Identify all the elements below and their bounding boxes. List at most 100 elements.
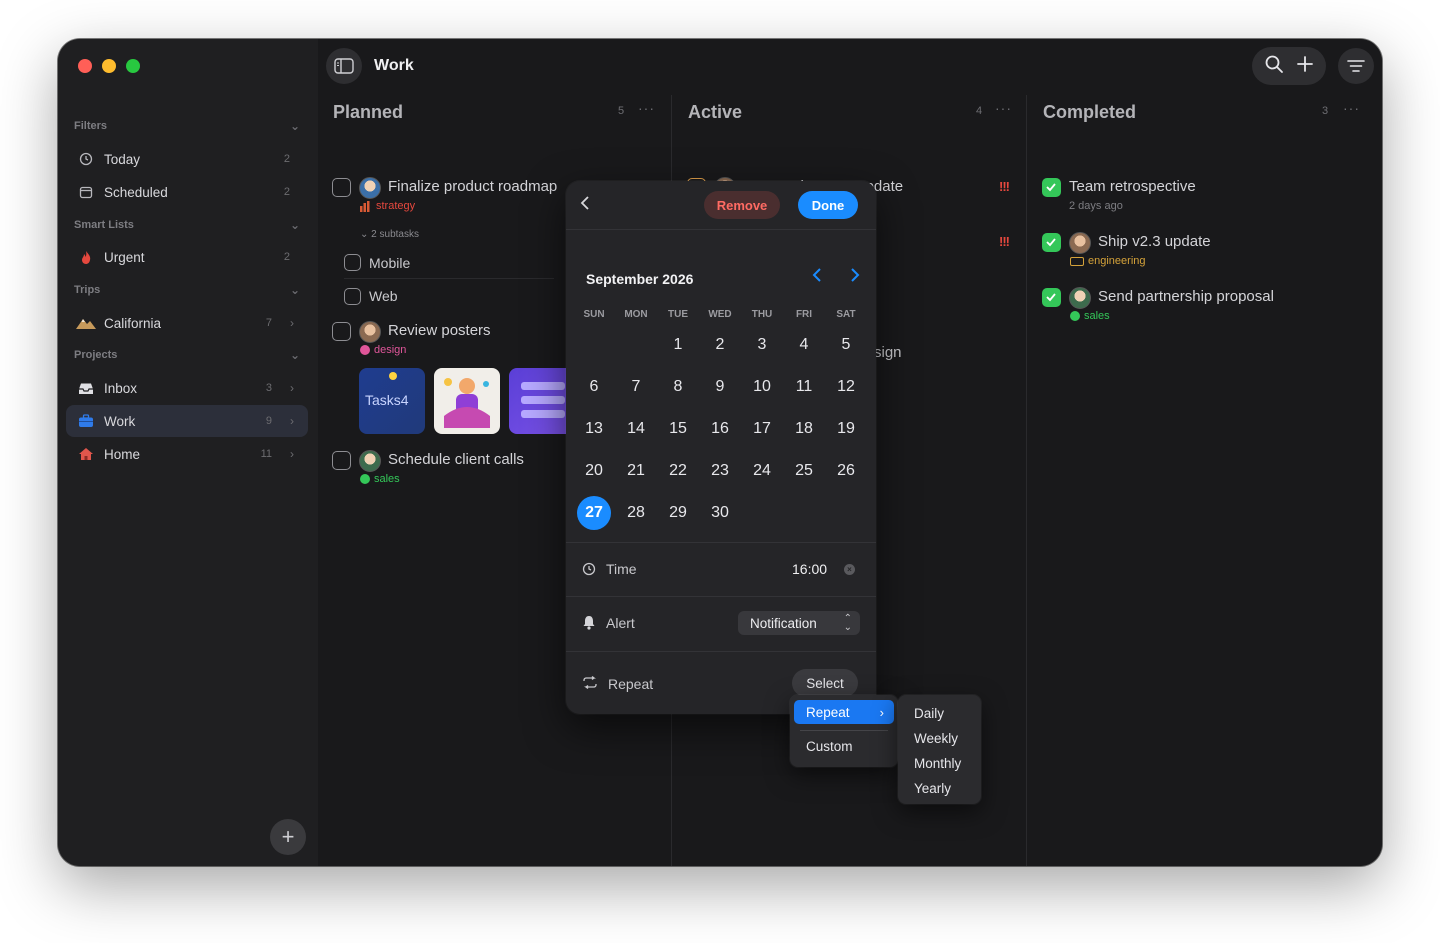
calendar-day[interactable]: 29 (661, 496, 695, 530)
calendar-day[interactable]: 19 (829, 412, 863, 446)
column-count: 4 (976, 105, 983, 117)
menu-item-daily[interactable]: Daily (914, 706, 944, 721)
date-picker-popover: Remove Done September 2026 SUN MON TUE WED T… (566, 181, 876, 714)
sidebar-item-california[interactable]: California 7 › (66, 307, 308, 339)
minimize-window-button[interactable] (102, 59, 116, 73)
calendar-day[interactable]: 8 (661, 370, 695, 404)
calendar-day[interactable]: 5 (829, 328, 863, 362)
sidebar-item-home[interactable]: Home 11 › (66, 438, 308, 470)
section-filters[interactable]: Filters ⌄ (74, 116, 300, 136)
column-count: 3 (1322, 105, 1329, 117)
inbox-icon (76, 382, 96, 395)
laptop-icon (1070, 256, 1084, 266)
task-title-partial: sign (874, 344, 902, 361)
calendar-day[interactable]: 20 (577, 454, 611, 488)
chevron-right-icon: › (290, 381, 294, 395)
calendar-day[interactable]: 30 (703, 496, 737, 530)
task-checkbox[interactable] (332, 451, 351, 470)
calendar-day[interactable]: 13 (577, 412, 611, 446)
calendar-day[interactable]: 7 (619, 370, 653, 404)
section-smart-lists[interactable]: Smart Lists ⌄ (74, 215, 300, 235)
calendar-day-selected[interactable]: 27 (577, 496, 611, 530)
calendar-day[interactable]: 18 (787, 412, 821, 446)
calendar-day[interactable]: 10 (745, 370, 779, 404)
close-window-button[interactable] (78, 59, 92, 73)
thumbnail-image[interactable] (509, 368, 567, 434)
calendar-day[interactable]: 17 (745, 412, 779, 446)
prev-month-button[interactable] (812, 267, 822, 288)
column-more-button[interactable]: ··· (995, 100, 1012, 116)
section-label: Smart Lists (74, 219, 134, 231)
sidebar-item-today[interactable]: Today 2 (66, 143, 308, 175)
alert-select[interactable]: Notification ⌃ ⌄ (738, 611, 860, 635)
menu-item-yearly[interactable]: Yearly (914, 781, 951, 796)
subtasks-toggle[interactable]: ⌄ 2 subtasks (360, 229, 419, 240)
menu-item-custom[interactable]: Custom (806, 739, 853, 754)
menu-item-monthly[interactable]: Monthly (914, 756, 961, 771)
calendar-day[interactable]: 3 (745, 328, 779, 362)
task-meta: 2 days ago (1069, 200, 1123, 212)
filter-button[interactable] (1338, 48, 1374, 84)
sidebar-item-count: 2 (283, 153, 290, 165)
search-button[interactable] (1264, 54, 1284, 79)
section-projects[interactable]: Projects ⌄ (74, 345, 300, 365)
calendar-day[interactable]: 4 (787, 328, 821, 362)
add-list-button[interactable]: + (270, 819, 306, 855)
calendar-day[interactable]: 24 (745, 454, 779, 488)
calendar-day[interactable]: 26 (829, 454, 863, 488)
calendar-day[interactable]: 15 (661, 412, 695, 446)
task-checkbox[interactable] (332, 322, 351, 341)
task-checkbox[interactable] (332, 178, 351, 197)
calendar-day[interactable]: 28 (619, 496, 653, 530)
calendar-day[interactable]: 22 (661, 454, 695, 488)
task-checkbox[interactable] (1042, 178, 1061, 197)
thumbnail-image[interactable]: Tasks4 (359, 368, 425, 434)
menu-item-repeat[interactable]: Repeat › (794, 700, 894, 724)
sidebar-item-work[interactable]: Work 9 › (66, 405, 308, 437)
sidebar-item-inbox[interactable]: Inbox 3 › (66, 372, 308, 404)
clear-time-button[interactable]: × (844, 564, 855, 575)
column-more-button[interactable]: ··· (638, 100, 655, 116)
task-tag-label: sales (1084, 310, 1110, 322)
column-more-button[interactable]: ··· (1343, 100, 1360, 116)
toolbar-actions (1252, 47, 1326, 85)
task-checkbox[interactable] (1042, 233, 1061, 252)
sidebar-item-label: Home (104, 446, 141, 462)
menu-item-weekly[interactable]: Weekly (914, 731, 958, 746)
remove-button[interactable]: Remove (704, 191, 780, 219)
calendar-day[interactable]: 2 (703, 328, 737, 362)
calendar-day[interactable]: 25 (787, 454, 821, 488)
calendar-day[interactable]: 23 (703, 454, 737, 488)
calendar-day[interactable]: 16 (703, 412, 737, 446)
subtask-checkbox[interactable] (344, 254, 361, 271)
sidebar-item-urgent[interactable]: Urgent 2 (66, 241, 308, 273)
back-button[interactable] (580, 195, 590, 216)
calendar-day[interactable]: 6 (577, 370, 611, 404)
decoration-bar (521, 396, 565, 404)
alert-select-value: Notification (750, 615, 817, 631)
calendar-day[interactable]: 14 (619, 412, 653, 446)
subtask-row[interactable]: Web (344, 280, 554, 312)
decoration-bar (521, 382, 565, 390)
done-button[interactable]: Done (798, 191, 858, 219)
sidebar-toggle-button[interactable] (326, 48, 362, 84)
avatar (1069, 232, 1091, 254)
calendar-day[interactable]: 21 (619, 454, 653, 488)
calendar-day[interactable]: 12 (829, 370, 863, 404)
calendar-day[interactable]: 9 (703, 370, 737, 404)
repeat-select-button[interactable]: Select (792, 669, 858, 697)
subtask-row[interactable]: Mobile (344, 247, 554, 279)
calendar-day[interactable]: 1 (661, 328, 695, 362)
subtask-checkbox[interactable] (344, 287, 361, 305)
sidebar-item-scheduled[interactable]: Scheduled 2 (66, 176, 308, 208)
task-checkbox[interactable] (1042, 288, 1061, 307)
section-trips[interactable]: Trips ⌄ (74, 280, 300, 300)
sidebar-item-count: 7 (265, 317, 272, 329)
add-task-button[interactable] (1296, 55, 1314, 78)
thumbnail-image[interactable] (434, 368, 500, 434)
next-month-button[interactable] (850, 267, 860, 288)
time-value[interactable]: 16:00 (792, 561, 827, 577)
calendar-day[interactable]: 11 (787, 370, 821, 404)
sidebar-item-label: Inbox (104, 380, 138, 396)
zoom-window-button[interactable] (126, 59, 140, 73)
